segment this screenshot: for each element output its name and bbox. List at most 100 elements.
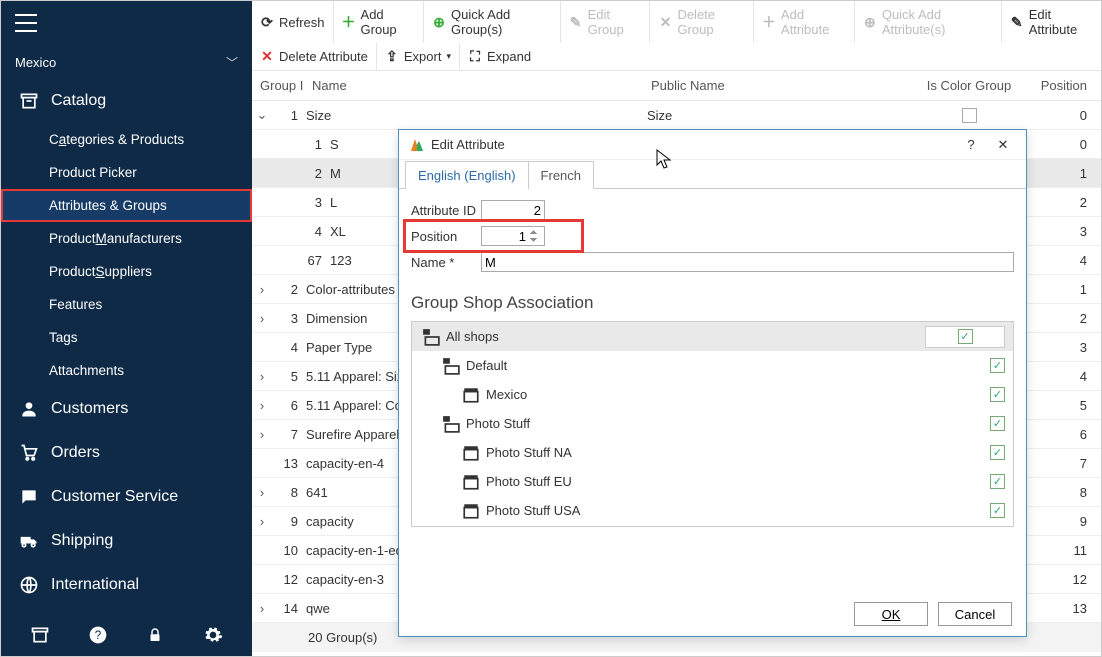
export-button[interactable]: ⇪Export▾ <box>377 43 460 70</box>
group-id: 6 <box>272 398 304 413</box>
sidebar-section-orders[interactable]: Orders <box>1 431 252 475</box>
tenant-name: Mexico <box>15 55 56 70</box>
ok-button[interactable]: OK <box>854 602 928 626</box>
group-id: 7 <box>272 427 304 442</box>
col-position[interactable]: Position <box>1033 78 1101 93</box>
shop-label: Mexico <box>480 387 990 402</box>
svg-text:?: ? <box>94 629 101 642</box>
sidebar-item[interactable]: Tags <box>1 321 252 354</box>
tenant-selector[interactable]: Mexico ﹀ <box>1 45 252 79</box>
tab-english[interactable]: English (English) <box>405 161 529 189</box>
delete-attribute-button[interactable]: ✕Delete Attribute <box>252 43 377 70</box>
sidebar: Mexico ﹀ Catalog Categories & ProductsPr… <box>1 1 252 656</box>
checkbox[interactable]: ✓ <box>990 445 1005 460</box>
public-name: Size <box>647 108 905 123</box>
shop-label: Photo Stuff <box>460 416 990 431</box>
refresh-icon: ⟳ <box>260 15 274 29</box>
expand-button[interactable]: ⛶Expand <box>460 43 539 70</box>
position-cell: 6 <box>1033 427 1101 442</box>
group-id: 14 <box>272 601 304 616</box>
group-id: 13 <box>272 456 304 471</box>
lock-icon[interactable] <box>143 623 167 647</box>
pencil-icon: ✎ <box>1010 15 1024 29</box>
position-field[interactable] <box>481 226 545 246</box>
sidebar-section-customers[interactable]: Customers <box>1 387 252 431</box>
shop-icon <box>462 444 480 462</box>
shop-row[interactable]: Default✓ <box>412 351 1013 380</box>
shop-label: All shops <box>440 329 925 344</box>
shop-row[interactable]: Photo Stuff✓ <box>412 409 1013 438</box>
checkbox[interactable]: ✓ <box>990 358 1005 373</box>
shop-row[interactable]: Photo Stuff NA✓ <box>412 438 1013 467</box>
expand-caret-icon[interactable]: › <box>252 485 272 500</box>
shop-group-icon <box>442 357 460 375</box>
sidebar-item[interactable]: Product Manufacturers <box>1 222 252 255</box>
shop-row[interactable]: Photo Stuff USA✓ <box>412 496 1013 525</box>
label-position: Position <box>411 229 477 244</box>
sidebar-item[interactable]: Categories & Products <box>1 123 252 156</box>
group-id: 3 <box>272 311 304 326</box>
col-public-name[interactable]: Public Name <box>647 78 905 93</box>
sidebar-section-international[interactable]: International <box>1 563 252 607</box>
position-cell: 0 <box>1033 108 1101 123</box>
expand-caret-icon[interactable]: ⌄ <box>252 107 272 123</box>
checkbox[interactable]: ✓ <box>990 416 1005 431</box>
expand-caret-icon[interactable]: › <box>252 282 272 297</box>
refresh-button[interactable]: ⟳Refresh <box>252 1 334 43</box>
position-cell: 3 <box>1033 224 1101 239</box>
shop-row[interactable]: Mexico✓ <box>412 380 1013 409</box>
checkbox[interactable]: ✓ <box>990 503 1005 518</box>
expand-caret-icon[interactable]: › <box>252 398 272 413</box>
dialog-close-button[interactable]: ✕ <box>990 137 1016 153</box>
add-group-button[interactable]: ＋Add Group <box>334 1 425 43</box>
sidebar-section-shipping[interactable]: Shipping <box>1 519 252 563</box>
col-name[interactable]: Name <box>308 78 647 93</box>
attr-id: 4 <box>296 224 328 239</box>
checkbox[interactable]: ✓ <box>990 474 1005 489</box>
cancel-button[interactable]: Cancel <box>938 602 1012 626</box>
sidebar-item[interactable]: Product Picker <box>1 156 252 189</box>
gear-icon[interactable] <box>201 623 225 647</box>
expand-caret-icon[interactable]: › <box>252 427 272 442</box>
group-id: 9 <box>272 514 304 529</box>
expand-caret-icon[interactable]: › <box>252 311 272 326</box>
help-icon[interactable]: ? <box>86 623 110 647</box>
position-cell: 0 <box>1033 137 1101 152</box>
dialog-titlebar: Edit Attribute ? ✕ <box>399 130 1026 160</box>
group-row[interactable]: ⌄1SizeSize0 <box>252 101 1101 130</box>
globe-icon <box>19 575 39 595</box>
col-group-id[interactable]: Group I <box>256 78 308 93</box>
archive-bottom-icon[interactable] <box>28 623 52 647</box>
delete-group-button: ✕Delete Group <box>650 1 753 43</box>
shop-row[interactable]: Photo Stuff EU✓ <box>412 467 1013 496</box>
expand-caret-icon[interactable]: › <box>252 514 272 529</box>
sidebar-item[interactable]: Attributes & Groups <box>1 189 252 222</box>
edit-attribute-button[interactable]: ✎Edit Attribute <box>1002 1 1101 43</box>
shop-row[interactable]: All shops✓ <box>412 322 1013 351</box>
position-cell: 9 <box>1033 514 1101 529</box>
col-is-color-group[interactable]: Is Color Group <box>905 78 1033 93</box>
quick-add-groups-button[interactable]: ⊕Quick Add Group(s) <box>424 1 561 43</box>
sidebar-item[interactable]: Product Suppliers <box>1 255 252 288</box>
label-name: Name * <box>411 255 477 270</box>
sidebar-bottom-bar: ? <box>1 612 252 656</box>
sidebar-section-catalog[interactable]: Catalog <box>1 79 252 123</box>
position-cell: 1 <box>1033 282 1101 297</box>
name-field[interactable] <box>481 252 1014 272</box>
tab-french[interactable]: French <box>528 161 594 189</box>
group-id: 4 <box>272 340 304 355</box>
sidebar-item[interactable]: Features <box>1 288 252 321</box>
sidebar-item[interactable]: Attachments <box>1 354 252 387</box>
sidebar-section-customer-service[interactable]: Customer Service <box>1 475 252 519</box>
checkbox[interactable]: ✓ <box>925 326 1005 348</box>
expand-caret-icon[interactable]: › <box>252 601 272 616</box>
position-cell: 5 <box>1033 398 1101 413</box>
position-cell: 12 <box>1033 572 1101 587</box>
dropdown-caret-icon: ▾ <box>446 51 451 62</box>
hamburger-icon[interactable] <box>15 14 37 32</box>
dialog-help-button[interactable]: ? <box>958 137 984 152</box>
expand-caret-icon[interactable]: › <box>252 369 272 384</box>
checkbox[interactable]: ✓ <box>990 387 1005 402</box>
group-id: 5 <box>272 369 304 384</box>
group-id: 12 <box>272 572 304 587</box>
